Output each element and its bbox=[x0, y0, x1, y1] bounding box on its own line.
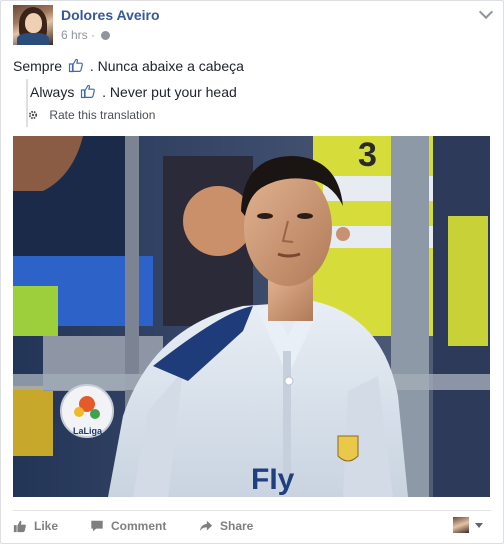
author-name[interactable]: Dolores Aveiro bbox=[61, 7, 160, 23]
post-meta: 6 hrs · bbox=[61, 28, 111, 42]
comment-button[interactable]: Comment bbox=[90, 519, 166, 533]
thumbs-up-icon bbox=[81, 84, 96, 99]
chevron-down-icon[interactable] bbox=[478, 4, 494, 20]
post-card: Dolores Aveiro 6 hrs · Sempre . Nunca ab… bbox=[0, 0, 504, 544]
translation-after: . Never put your head bbox=[102, 84, 237, 100]
gear-icon bbox=[28, 110, 38, 120]
author-avatar[interactable] bbox=[13, 5, 53, 45]
viewer-avatar[interactable] bbox=[453, 517, 469, 533]
like-button[interactable]: Like bbox=[13, 519, 58, 533]
post-time[interactable]: 6 hrs bbox=[61, 28, 88, 42]
jersey-text: FIy bbox=[251, 463, 295, 496]
translation-before: Always bbox=[30, 84, 75, 100]
post-text-before: Sempre bbox=[13, 58, 63, 74]
comment-icon bbox=[91, 520, 103, 532]
globe-icon[interactable] bbox=[101, 31, 111, 40]
badge-text: LaLiga bbox=[73, 426, 103, 436]
comment-label: Comment bbox=[111, 519, 167, 533]
post-text: Sempre . Nunca abaixe a cabeça bbox=[13, 57, 244, 74]
share-button[interactable]: Share bbox=[199, 519, 253, 533]
photo-illustration: 3 LaLiga FIy bbox=[13, 136, 490, 497]
share-icon bbox=[199, 520, 213, 532]
share-label: Share bbox=[220, 519, 254, 533]
like-label: Like bbox=[34, 519, 59, 533]
rate-translation-link[interactable]: Rate this translation bbox=[28, 108, 155, 122]
caret-down-icon[interactable] bbox=[475, 523, 483, 528]
thumbs-up-icon bbox=[68, 58, 83, 73]
like-icon bbox=[13, 520, 26, 533]
translation-text: Always . Never put your head bbox=[30, 83, 237, 100]
action-bar: Like Comment Share bbox=[13, 510, 491, 539]
meta-separator: · bbox=[91, 28, 96, 42]
rate-translation-label: Rate this translation bbox=[49, 108, 156, 122]
post-text-after: . Nunca abaixe a cabeça bbox=[89, 58, 244, 74]
svg-text:3: 3 bbox=[358, 136, 377, 174]
post-photo[interactable]: 3 LaLiga FIy bbox=[13, 136, 490, 497]
